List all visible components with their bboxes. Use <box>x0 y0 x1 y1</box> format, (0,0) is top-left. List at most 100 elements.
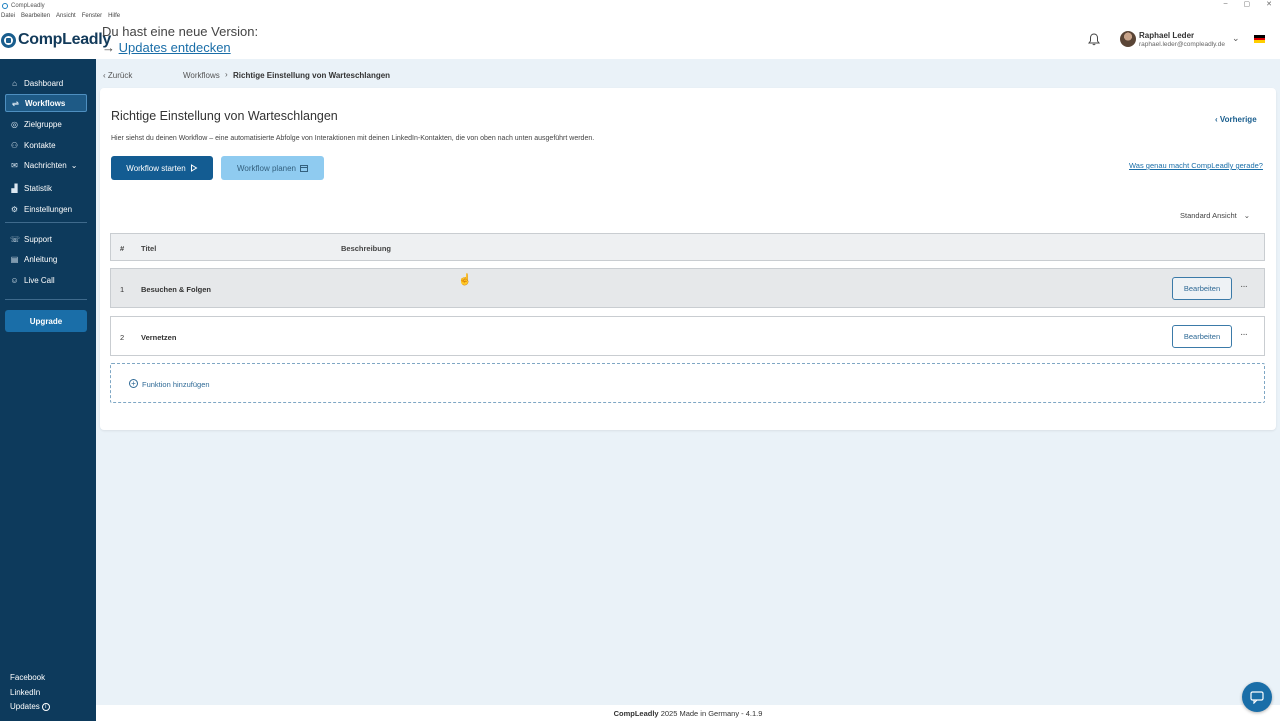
table-header: # Titel Beschreibung <box>110 233 1265 261</box>
logo-mark-icon <box>1 32 16 48</box>
menu-fenster[interactable]: Fenster <box>82 13 102 19</box>
view-select[interactable]: Standard Ansicht ⌄ <box>1180 211 1250 220</box>
user-email: raphael.leder@compleadly.de <box>1139 41 1225 48</box>
help-link[interactable]: Was genau macht CompLeadly gerade? <box>1129 161 1263 170</box>
app-footer: CompLeadly 2025 Made in Germany - 4.1.9 <box>96 705 1280 721</box>
workflow-description: Hier siehst du deinen Workflow – eine au… <box>111 135 595 142</box>
menu-bearbeiten[interactable]: Bearbeiten <box>21 13 50 19</box>
menu-hilfe[interactable]: Hilfe <box>108 13 120 19</box>
sidebar-item-kontakte[interactable]: ⚇ Kontakte <box>5 136 87 154</box>
menu-datei[interactable]: Datei <box>1 13 15 19</box>
edit-button[interactable]: Bearbeiten <box>1172 277 1232 300</box>
workflow-card: Richtige Einstellung von Warteschlangen … <box>100 88 1276 430</box>
row-title: Besuchen & Folgen <box>141 285 212 294</box>
more-options-icon[interactable]: ··· <box>1240 329 1248 340</box>
previous-label: Vorherige <box>1219 115 1257 124</box>
logo[interactable]: CompLeadly <box>1 31 111 49</box>
sidebar-item-statistik[interactable]: ▟ Statistik <box>5 179 87 197</box>
chat-icon: ✉ <box>11 160 18 170</box>
sidebar-item-label: Anleitung <box>24 254 58 264</box>
logo-text: CompLeadly <box>18 31 112 48</box>
updates-label: Updates <box>10 702 40 711</box>
info-icon: i <box>41 702 50 711</box>
sidebar-item-nachrichten[interactable]: ✉ Nachrichten ⌄ <box>5 156 87 174</box>
sidebar-item-zielgruppe[interactable]: ◎ Zielgruppe <box>5 115 87 133</box>
column-header-title: Titel <box>141 244 157 253</box>
table-row[interactable]: 1 Besuchen & Folgen Bearbeiten ··· <box>110 268 1265 308</box>
window-controls: – ▢ ✕ <box>1224 0 1272 8</box>
menu-bar: Datei Bearbeiten Ansicht Fenster Hilfe <box>0 11 1280 21</box>
column-header-description: Beschreibung <box>341 244 392 253</box>
sidebar-item-label: Einstellungen <box>24 204 73 214</box>
workflow-icon: ⇌ <box>12 98 19 108</box>
minimize-button[interactable]: – <box>1224 0 1228 8</box>
page-title: Richtige Einstellung von Warteschlangen <box>111 109 338 123</box>
sidebar-item-anleitung[interactable]: ▤ Anleitung <box>5 250 87 268</box>
sidebar-item-einstellungen[interactable]: ⚙ Einstellungen <box>5 200 87 218</box>
add-function-label: Funktion hinzufügen <box>142 380 210 389</box>
person-icon: ☺ <box>10 275 19 285</box>
sidebar-item-label: Nachrichten <box>24 160 67 170</box>
maximize-button[interactable]: ▢ <box>1244 0 1251 8</box>
chat-support-button[interactable] <box>1242 682 1272 712</box>
edit-button[interactable]: Bearbeiten <box>1172 325 1232 348</box>
sidebar: ⌂ Dashboard ⇌ Workflows ◎ Zielgruppe ⚇ K… <box>0 59 96 721</box>
chevron-down-icon: ⌄ <box>70 160 78 170</box>
sidebar-item-support[interactable]: ☏ Support <box>5 230 87 248</box>
sidebar-item-label: Support <box>24 234 53 244</box>
sidebar-item-live-call[interactable]: ☺ Live Call <box>5 271 87 289</box>
user-name[interactable]: Raphael Leder <box>1139 31 1194 40</box>
sidebar-item-label: Workflows <box>25 98 66 108</box>
sidebar-item-label: Statistik <box>24 183 53 193</box>
start-workflow-button[interactable]: Workflow starten <box>111 156 213 180</box>
update-notice: Du hast eine neue Version: → Updates ent… <box>102 24 258 56</box>
upgrade-button[interactable]: Upgrade <box>5 310 87 332</box>
bell-icon[interactable] <box>1088 33 1100 46</box>
breadcrumb-workflows[interactable]: Workflows <box>183 71 220 80</box>
window-title: CompLeadly <box>11 2 45 9</box>
previous-link[interactable]: ‹ Vorherige <box>1215 115 1257 124</box>
updates-link[interactable]: Updates entdecken <box>119 40 231 55</box>
updates-footer-link[interactable]: Updates i <box>10 702 50 711</box>
column-header-num: # <box>120 244 125 253</box>
back-label: Zurück <box>107 71 133 80</box>
sidebar-item-label: Kontakte <box>24 140 56 150</box>
start-workflow-label: Workflow starten <box>126 163 186 173</box>
footer-text: 2025 Made in Germany - 4.1.9 <box>660 709 763 718</box>
update-line: Du hast eine neue Version: <box>102 24 259 39</box>
menu-ansicht[interactable]: Ansicht <box>56 13 76 19</box>
chat-bubble-icon <box>1250 690 1264 704</box>
users-icon: ⚇ <box>10 140 19 150</box>
facebook-link[interactable]: Facebook <box>10 673 45 682</box>
more-options-icon[interactable]: ··· <box>1240 281 1248 292</box>
view-select-value: Standard Ansicht <box>1180 211 1237 220</box>
arrow-right-icon: → <box>102 40 115 55</box>
footer-brand: CompLeadly <box>613 709 659 718</box>
breadcrumb: ‹ Zurück Workflows › Richtige Einstellun… <box>96 66 1280 84</box>
sidebar-item-dashboard[interactable]: ⌂ Dashboard <box>5 74 87 92</box>
sidebar-divider <box>5 299 87 300</box>
avatar[interactable] <box>1120 31 1136 47</box>
close-button[interactable]: ✕ <box>1266 0 1272 8</box>
plan-workflow-button[interactable]: Workflow planen <box>221 156 324 180</box>
book-icon: ▤ <box>10 254 19 264</box>
calendar-icon <box>300 165 308 172</box>
sidebar-item-label: Live Call <box>24 275 55 285</box>
support-icon: ☏ <box>10 234 21 244</box>
chevron-down-icon: ⌄ <box>1243 211 1251 220</box>
german-flag-icon[interactable] <box>1254 35 1265 44</box>
target-icon: ◎ <box>11 119 18 129</box>
sidebar-item-workflows[interactable]: ⇌ Workflows <box>5 94 87 112</box>
row-number: 2 <box>120 333 125 342</box>
app-header: CompLeadly Du hast eine neue Version: → … <box>0 21 1280 59</box>
back-link[interactable]: ‹ Zurück <box>103 71 132 80</box>
dashboard-icon: ⌂ <box>12 78 17 88</box>
add-function-row[interactable]: + Funktion hinzufügen <box>110 363 1265 403</box>
chevron-down-icon[interactable]: ⌄ <box>1232 33 1240 44</box>
plus-circle-icon: + <box>129 379 138 388</box>
play-icon <box>190 164 198 172</box>
table-row[interactable]: 2 Vernetzen Bearbeiten ··· <box>110 316 1265 356</box>
chevron-right-icon: › <box>225 70 228 79</box>
linkedin-link[interactable]: LinkedIn <box>10 688 40 697</box>
app-icon <box>2 2 8 9</box>
